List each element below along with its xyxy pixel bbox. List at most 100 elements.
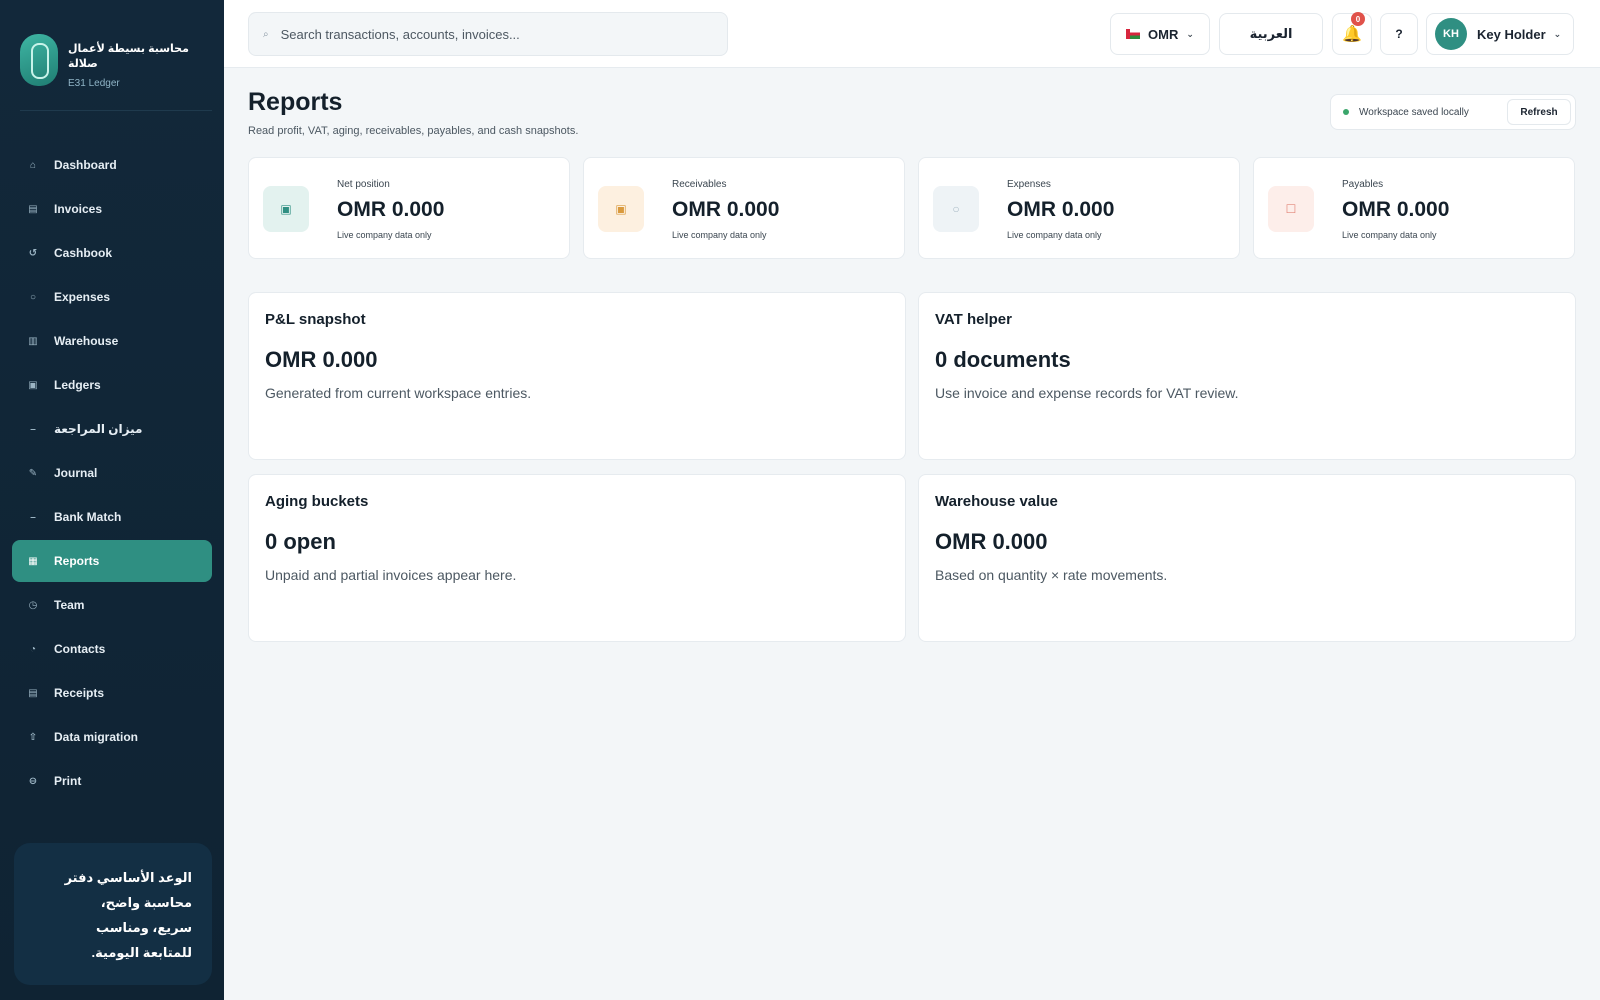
stat-label: Payables	[1342, 179, 1384, 190]
sidebar-item-team[interactable]: ◷ Team	[12, 584, 212, 626]
sidebar-item-bank-match[interactable]: – Bank Match	[12, 496, 212, 538]
save-status: Workspace saved locally Refresh	[1330, 94, 1576, 130]
notification-badge: 0	[1351, 12, 1365, 26]
home-icon: ⌂	[29, 159, 37, 171]
team-icon: ◷	[28, 599, 38, 611]
search-input[interactable]	[280, 26, 701, 42]
sidebar-item-contacts[interactable]: ◔ Contacts	[12, 628, 212, 670]
brand-logo-icon	[20, 34, 58, 86]
sidebar-item-label: Reports	[54, 554, 100, 568]
currency-label: OMR	[1148, 26, 1179, 42]
card-title: Aging buckets	[265, 493, 369, 510]
stat-label: Net position	[337, 179, 390, 190]
stat-label: Receivables	[672, 179, 727, 190]
stat-note: Live company data only	[1007, 230, 1102, 240]
stat-value: OMR 0.000	[337, 198, 445, 221]
sidebar-item-warehouse[interactable]: ▥ Warehouse	[12, 320, 212, 362]
sidebar-item-label: Bank Match	[54, 510, 122, 524]
sidebar-item-label: Warehouse	[54, 334, 119, 348]
sidebar-item-label: Team	[54, 598, 85, 612]
stat-value: OMR 0.000	[672, 198, 780, 221]
card-warehouse-value[interactable]: Warehouse value OMR 0.000 Based on quant…	[918, 474, 1576, 642]
card-aging-buckets[interactable]: Aging buckets 0 open Unpaid and partial …	[248, 474, 906, 642]
chevron-down-icon: ⌄	[1186, 28, 1194, 39]
sidebar-item-journal[interactable]: ✎ Journal	[12, 452, 212, 494]
notifications-button[interactable]: 🔔 0	[1332, 12, 1372, 55]
payables-icon: ☐	[1268, 186, 1314, 232]
chevron-down-icon: ⌄	[1553, 28, 1562, 39]
status-text: Workspace saved locally	[1359, 106, 1469, 118]
bank-icon: –	[30, 511, 36, 523]
sidebar-item-dashboard[interactable]: ⌂ Dashboard	[12, 144, 212, 186]
sidebar-item-reports[interactable]: ▦ Reports	[12, 540, 212, 582]
cashbook-icon: ↺	[28, 247, 38, 259]
sidebar-item-print[interactable]: ⊖ Print	[12, 760, 212, 802]
sidebar-item-label: Contacts	[54, 642, 106, 656]
card-pnl-snapshot[interactable]: P&L snapshot OMR 0.000 Generated from cu…	[248, 292, 906, 460]
card-value: OMR 0.000	[265, 347, 378, 372]
oman-flag-icon	[1126, 29, 1141, 39]
status-dot-icon	[1343, 109, 1349, 115]
stat-note: Live company data only	[337, 230, 432, 240]
promise-card: الوعد الأساسي دفتر محاسبة واضح، سريع، وم…	[14, 843, 212, 985]
ledger-icon: ▣	[28, 379, 38, 391]
page-title: Reports	[248, 88, 343, 116]
net-position-icon: ▣	[263, 186, 309, 232]
card-title: VAT helper	[935, 311, 1012, 328]
sidebar: محاسبة بسيطة لأعمال صلالة E31 Ledger ⌂ D…	[0, 0, 224, 1000]
page-subtitle: Read profit, VAT, aging, receivables, pa…	[248, 125, 579, 137]
print-icon: ⊖	[28, 775, 38, 787]
stat-value: OMR 0.000	[1342, 198, 1450, 221]
expenses-stat-icon: ○	[933, 186, 979, 232]
sidebar-item-label: Journal	[54, 466, 98, 480]
journal-icon: ✎	[28, 467, 38, 479]
card-description: Use invoice and expense records for VAT …	[935, 385, 1239, 401]
stat-card-net-position: ▣ Net position OMR 0.000 Live company da…	[248, 157, 570, 259]
brand[interactable]: محاسبة بسيطة لأعمال صلالة E31 Ledger	[20, 28, 210, 108]
sidebar-item-expenses[interactable]: ○ Expenses	[12, 276, 212, 318]
expenses-icon: ○	[29, 291, 37, 303]
user-name: Key Holder	[1477, 26, 1546, 42]
refresh-button[interactable]: Refresh	[1507, 99, 1571, 125]
sidebar-item-data-migration[interactable]: ⇧ Data migration	[12, 716, 212, 758]
bell-icon: 🔔	[1342, 26, 1362, 43]
search-box[interactable]: ⌕	[248, 12, 728, 56]
currency-selector[interactable]: OMR ⌄	[1110, 13, 1210, 55]
card-description: Unpaid and partial invoices appear here.	[265, 567, 517, 583]
sidebar-item-receipts[interactable]: ▤ Receipts	[12, 672, 212, 714]
language-toggle[interactable]: العربية	[1219, 13, 1323, 55]
brand-subtitle: E31 Ledger	[68, 78, 120, 89]
receivables-icon: ▣	[598, 186, 644, 232]
stat-card-payables: ☐ Payables OMR 0.000 Live company data o…	[1253, 157, 1575, 259]
warehouse-icon: ▥	[28, 335, 38, 347]
reports-icon: ▦	[28, 555, 38, 567]
sidebar-item-label: Print	[54, 774, 82, 788]
sidebar-divider	[20, 110, 212, 111]
stat-value: OMR 0.000	[1007, 198, 1115, 221]
stat-note: Live company data only	[1342, 230, 1437, 240]
user-menu[interactable]: KH Key Holder ⌄	[1426, 13, 1574, 55]
stat-card-expenses: ○ Expenses OMR 0.000 Live company data o…	[918, 157, 1240, 259]
receipts-icon: ▤	[28, 687, 38, 699]
card-value: OMR 0.000	[935, 529, 1048, 554]
stat-label: Expenses	[1007, 179, 1051, 190]
card-value: 0 documents	[935, 347, 1071, 372]
sidebar-item-trial-balance[interactable]: – ميزان المراجعة	[12, 408, 212, 450]
sidebar-item-label: ميزان المراجعة	[54, 422, 143, 436]
search-icon: ⌕	[263, 28, 269, 40]
sidebar-item-invoices[interactable]: ▤ Invoices	[12, 188, 212, 230]
card-vat-helper[interactable]: VAT helper 0 documents Use invoice and e…	[918, 292, 1576, 460]
sidebar-item-label: Data migration	[54, 730, 139, 744]
contacts-icon: ◔	[29, 643, 37, 655]
promise-text: الوعد الأساسي دفتر محاسبة واضح، سريع، وم…	[64, 870, 192, 960]
help-button[interactable]: ?	[1380, 13, 1418, 55]
sidebar-item-ledgers[interactable]: ▣ Ledgers	[12, 364, 212, 406]
card-title: P&L snapshot	[265, 311, 366, 328]
card-title: Warehouse value	[935, 493, 1058, 510]
card-value: 0 open	[265, 529, 336, 554]
sidebar-item-cashbook[interactable]: ↺ Cashbook	[12, 232, 212, 274]
sidebar-nav: ⌂ Dashboard ▤ Invoices ↺ Cashbook ○ Expe…	[12, 144, 212, 804]
brand-name: محاسبة بسيطة لأعمال صلالة	[68, 43, 189, 70]
balance-icon: –	[30, 423, 36, 435]
avatar: KH	[1435, 18, 1467, 50]
